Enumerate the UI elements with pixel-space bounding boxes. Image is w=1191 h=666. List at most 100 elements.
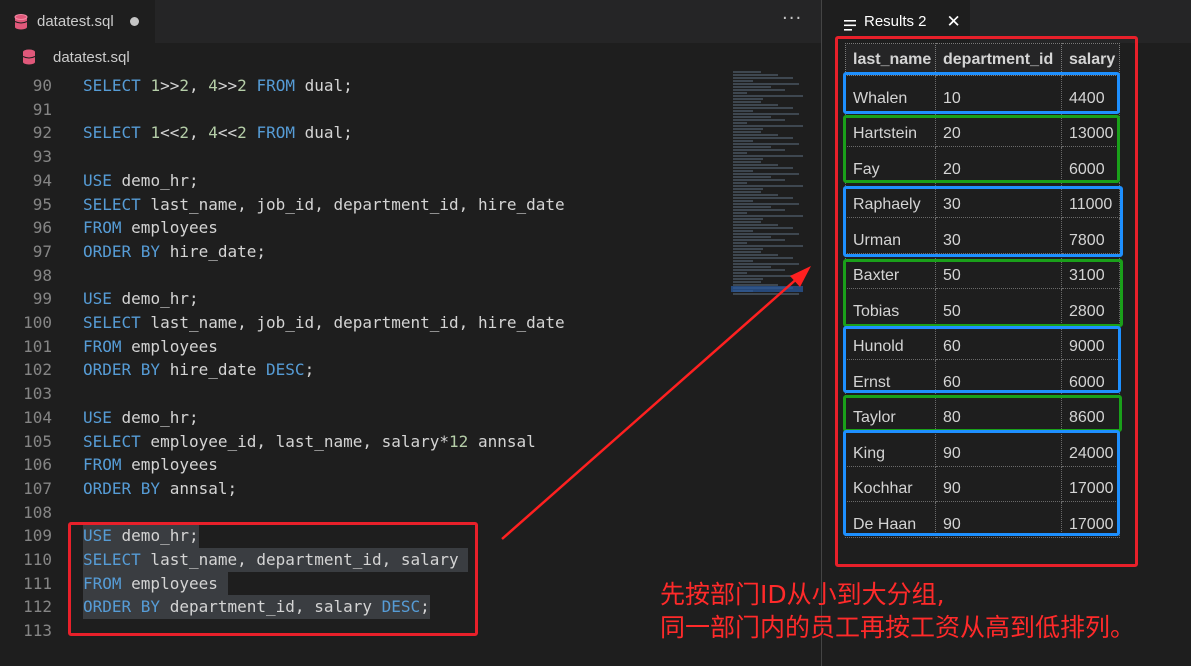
code-text: ORDER BY hire_date; — [83, 241, 267, 261]
table-cell[interactable]: 10 — [935, 75, 1062, 112]
table-cell[interactable]: 17000 — [1061, 465, 1120, 502]
table-row[interactable]: Hunold 60 9000 — [845, 323, 1120, 360]
table-cell[interactable]: 3100 — [1061, 252, 1120, 289]
table-cell[interactable]: 17000 — [1061, 501, 1120, 538]
table-cell[interactable]: Urman — [845, 217, 936, 254]
line-number: 90 — [32, 76, 52, 95]
minimap-line — [733, 239, 785, 241]
table-cell[interactable]: 9000 — [1061, 323, 1120, 360]
code-line[interactable]: 108 — [0, 501, 725, 525]
code-line[interactable]: 106 FROM employees — [0, 453, 725, 477]
table-row[interactable]: Hartstein 20 13000 — [845, 110, 1120, 147]
editor-scrollbar[interactable] — [805, 71, 819, 666]
more-actions-button[interactable]: ··· — [782, 8, 802, 29]
table-cell[interactable]: Hunold — [845, 323, 936, 360]
table-row[interactable]: Whalen 10 4400 — [845, 75, 1120, 112]
code-line[interactable]: 105 SELECT employee_id, last_name, salary… — [0, 430, 725, 454]
minimap-line — [733, 218, 763, 220]
table-cell[interactable]: 90 — [935, 501, 1062, 538]
table-cell[interactable]: 11000 — [1061, 181, 1120, 218]
table-cell[interactable]: Fay — [845, 146, 936, 183]
column-header-department-id[interactable]: department_id — [935, 43, 1062, 76]
table-cell[interactable]: 30 — [935, 217, 1062, 254]
line-number: 113 — [23, 621, 52, 641]
table-cell[interactable]: 30 — [935, 181, 1062, 218]
table-cell[interactable]: 6000 — [1061, 146, 1120, 183]
code-line[interactable]: 93 — [0, 145, 725, 169]
table-cell[interactable]: 90 — [935, 465, 1062, 502]
minimap-line — [733, 248, 763, 250]
code-line[interactable]: 103 — [0, 382, 725, 406]
table-row[interactable]: Ernst 60 6000 — [845, 359, 1120, 396]
table-row[interactable]: Tobias 50 2800 — [845, 288, 1120, 325]
results-tab[interactable]: Results 2 ✕ — [822, 0, 970, 43]
table-cell[interactable]: 50 — [935, 288, 1062, 325]
minimap[interactable] — [731, 71, 805, 301]
code-line[interactable]: 102 ORDER BY hire_date DESC; — [0, 358, 725, 382]
table-cell[interactable]: Tobias — [845, 288, 936, 325]
code-line[interactable]: 109 USE demo_hr; — [0, 524, 725, 549]
table-cell[interactable]: 90 — [935, 430, 1062, 467]
code-line[interactable]: 98 — [0, 264, 725, 288]
table-row[interactable]: De Haan 90 17000 — [845, 501, 1120, 538]
table-cell[interactable]: 4400 — [1061, 75, 1120, 112]
annotation-caption: 先按部门ID从小到大分组, 同一部门内的员工再按工资从高到低排列。 — [660, 578, 1180, 644]
code-line[interactable]: 91 — [0, 98, 725, 122]
code-line[interactable]: 111 FROM employees — [0, 571, 725, 596]
table-cell[interactable]: 50 — [935, 252, 1062, 289]
table-cell[interactable]: 7800 — [1061, 217, 1120, 254]
table-row[interactable]: Raphaely 30 11000 — [845, 181, 1120, 218]
table-row[interactable]: Kochhar 90 17000 — [845, 465, 1120, 502]
line-number: 101 — [23, 336, 52, 356]
table-cell[interactable]: 20 — [935, 146, 1062, 183]
breadcrumb[interactable]: datatest.sql — [0, 43, 821, 71]
editor-tab[interactable]: datatest.sql — [0, 0, 155, 43]
code-line[interactable]: 95 SELECT last_name, job_id, department_i… — [0, 193, 725, 217]
table-cell[interactable]: Taylor — [845, 394, 936, 431]
table-cell[interactable]: Whalen — [845, 75, 936, 112]
code-line[interactable]: 101 FROM employees — [0, 335, 725, 359]
minimap-line — [733, 89, 785, 91]
table-cell[interactable]: Ernst — [845, 359, 936, 396]
table-cell[interactable]: 20 — [935, 110, 1062, 147]
table-row[interactable]: Baxter 50 3100 — [845, 252, 1120, 289]
table-row[interactable]: Urman 30 7800 — [845, 217, 1120, 254]
line-number: 109 — [23, 526, 52, 546]
unsaved-dot-icon[interactable] — [129, 17, 139, 26]
table-cell[interactable]: Hartstein — [845, 110, 936, 147]
minimap-line — [733, 152, 747, 154]
table-cell[interactable]: Baxter — [845, 252, 936, 289]
table-row[interactable]: Taylor 80 8600 — [845, 394, 1120, 431]
table-row[interactable]: King 90 24000 — [845, 430, 1120, 467]
table-cell[interactable]: Raphaely — [845, 181, 936, 218]
code-line[interactable]: 100 SELECT last_name, job_id, department_… — [0, 311, 725, 335]
code-line[interactable]: 94 USE demo_hr; — [0, 169, 725, 193]
code-line[interactable]: 92 SELECT 1<<2, 4<<2 FROM dual; — [0, 121, 725, 145]
table-cell[interactable]: King — [845, 430, 936, 467]
table-cell[interactable]: 13000 — [1061, 110, 1120, 147]
code-line[interactable]: 110 SELECT last_name, department_id, sala… — [0, 548, 725, 572]
code-line[interactable]: 112 ORDER BY department_id, salary DESC; — [0, 595, 725, 620]
table-cell[interactable]: 6000 — [1061, 359, 1120, 396]
table-cell[interactable]: De Haan — [845, 501, 936, 538]
table-cell[interactable]: 60 — [935, 323, 1062, 360]
code-line[interactable]: 104 USE demo_hr; — [0, 406, 725, 430]
table-row[interactable]: Fay 20 6000 — [845, 146, 1120, 183]
table-cell[interactable]: 60 — [935, 359, 1062, 396]
table-cell[interactable]: 24000 — [1061, 430, 1120, 467]
table-cell[interactable]: 2800 — [1061, 288, 1120, 325]
column-header-salary[interactable]: salary — [1061, 43, 1120, 76]
code-line[interactable]: 99 USE demo_hr; — [0, 287, 725, 311]
code-editor[interactable]: 90 SELECT 1>>2, 4>>2 FROM dual; 91 92 SELECT… — [0, 71, 725, 666]
code-line[interactable]: 90 SELECT 1>>2, 4>>2 FROM dual; — [0, 74, 725, 98]
table-cell[interactable]: 80 — [935, 394, 1062, 431]
column-header-last-name[interactable]: last_name — [845, 43, 936, 76]
minimap-slider[interactable] — [731, 286, 803, 292]
table-cell[interactable]: Kochhar — [845, 465, 936, 502]
close-icon[interactable]: ✕ — [947, 12, 961, 32]
table-cell[interactable]: 8600 — [1061, 394, 1120, 431]
code-line[interactable]: 97 ORDER BY hire_date; — [0, 240, 725, 264]
code-line[interactable]: 96 FROM employees — [0, 216, 725, 240]
code-line[interactable]: 113 — [0, 619, 725, 643]
code-line[interactable]: 107 ORDER BY annsal; — [0, 477, 725, 501]
